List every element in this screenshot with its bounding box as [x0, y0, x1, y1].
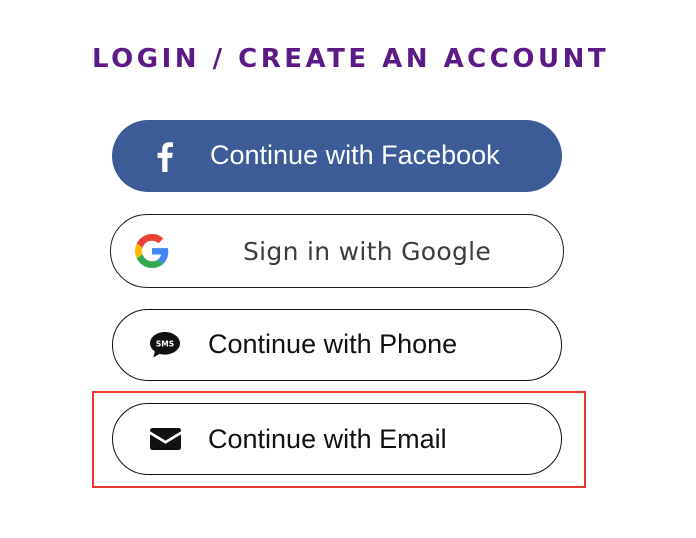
continue-with-facebook-button[interactable]: Continue with Facebook [112, 120, 562, 192]
continue-with-phone-button[interactable]: SMS Continue with Phone [112, 309, 562, 381]
google-button-label: Sign in with Google [243, 237, 492, 266]
google-icon [135, 234, 169, 268]
svg-text:SMS: SMS [156, 340, 174, 349]
sign-in-with-google-button[interactable]: Sign in with Google [110, 214, 564, 288]
facebook-button-label: Continue with Facebook [210, 140, 500, 170]
facebook-icon [150, 140, 180, 172]
page-title: LOGIN / CREATE AN ACCOUNT [92, 44, 610, 74]
envelope-icon [150, 428, 181, 450]
phone-button-label: Continue with Phone [208, 329, 458, 359]
email-button-label: Continue with Email [208, 424, 447, 454]
sms-icon: SMS [149, 331, 181, 359]
continue-with-email-button[interactable]: Continue with Email [112, 403, 562, 475]
